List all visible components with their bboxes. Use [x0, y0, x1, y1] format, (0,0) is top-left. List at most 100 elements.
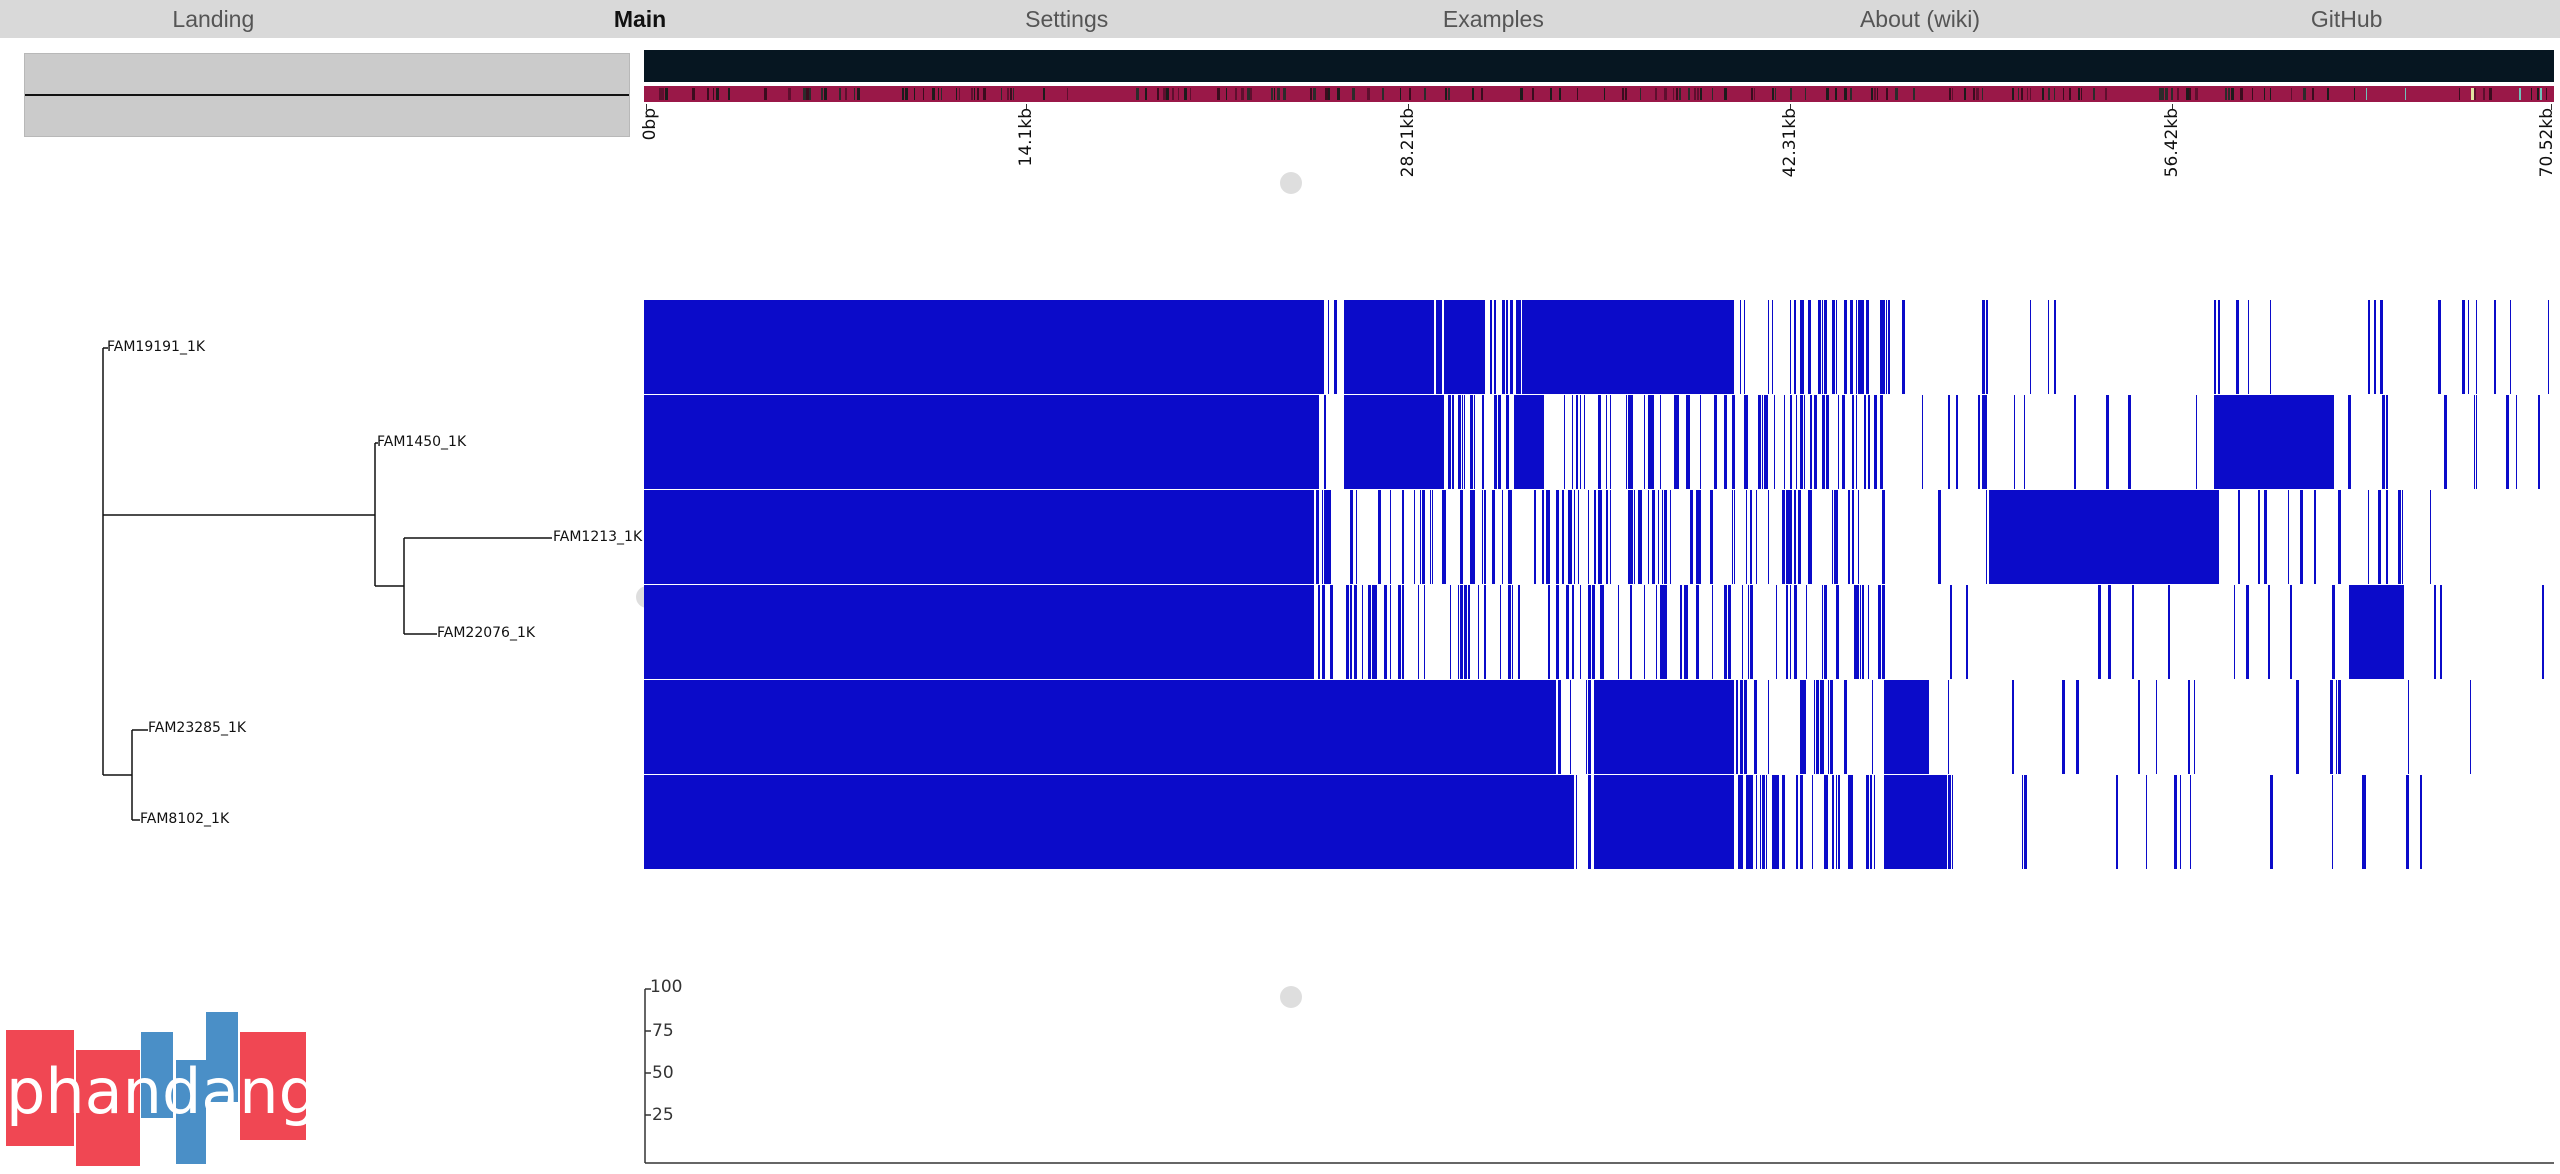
heatmap-stripe	[1836, 775, 1837, 869]
bottom-line-plot[interactable]: 100 75 50 25	[640, 977, 2554, 1165]
gene-annotation-mark	[839, 88, 841, 100]
gene-annotation-mark	[1835, 88, 1837, 100]
gene-annotation-mark	[2531, 88, 2532, 100]
heatmap-stripe	[2462, 300, 2465, 394]
heatmap-stripe	[2420, 775, 2422, 869]
heatmap-stripe	[2332, 585, 2335, 679]
gene-annotation-mark	[1250, 88, 1252, 100]
heatmap-stripe	[1738, 775, 1740, 869]
heatmap-stripe	[1812, 775, 1813, 869]
heatmap-stripe	[2516, 395, 2517, 489]
heatmap-svg	[644, 300, 2549, 869]
gene-annotation-mark	[2195, 88, 2198, 100]
heatmap-stripe	[1876, 395, 1877, 489]
gene-annotation-mark	[1550, 88, 1552, 100]
heatmap-stripe	[1334, 300, 1337, 394]
heatmap-stripe	[1570, 680, 1571, 774]
gene-annotation-mark	[2354, 88, 2355, 100]
heatmap-stripe	[2128, 395, 2131, 489]
nav-examples[interactable]: Examples	[1280, 6, 1707, 33]
heatmap-stripe	[1766, 775, 1767, 869]
heatmap-stripe	[2090, 490, 2093, 584]
nav-about-wiki[interactable]: About (wiki)	[1707, 6, 2134, 33]
gene-presence-heatmap[interactable]	[644, 300, 2554, 870]
heatmap-stripe	[2356, 585, 2358, 679]
genome-overview-track[interactable]	[644, 50, 2554, 82]
heatmap-stripe	[1894, 775, 1895, 869]
heatmap-stripe	[1750, 775, 1753, 869]
heatmap-stripe	[2380, 300, 2383, 394]
heatmap-stripe	[2468, 300, 2469, 394]
heatmap-stripe	[1850, 300, 1852, 394]
heatmap-stripe	[1938, 775, 1940, 869]
heatmap-stripe	[2506, 395, 2509, 489]
heatmap-stripe	[2014, 395, 2015, 489]
heatmap-stripe	[1824, 585, 1827, 679]
heatmap-stripe	[1866, 300, 1869, 394]
gene-annotation-mark	[1982, 88, 1983, 100]
heatmap-stripe	[2138, 680, 2140, 774]
svg-text:phandango: phandango	[6, 1055, 306, 1128]
heatmap-stripe	[1756, 775, 1757, 869]
gene-annotation-mark	[659, 88, 662, 100]
gene-annotation-mark	[2546, 88, 2547, 100]
heatmap-stripe	[1482, 395, 1484, 489]
heatmap-stripe	[1328, 300, 1329, 394]
heatmap-stripe	[1474, 395, 1475, 489]
top-resize-handle[interactable]	[1280, 172, 1302, 194]
heatmap-stripe	[1326, 490, 1328, 584]
heatmap-stripe	[1762, 395, 1763, 489]
heatmap-stripe	[1754, 680, 1757, 774]
heatmap-stripe	[1736, 680, 1738, 774]
gene-annotation-mark	[1559, 88, 1561, 100]
heatmap-stripe	[1800, 680, 1802, 774]
gene-annotation-mark	[1712, 88, 1713, 100]
gene-annotation-mark	[1409, 88, 1411, 100]
nav-main[interactable]: Main	[427, 6, 854, 33]
nav-settings[interactable]: Settings	[853, 6, 1280, 33]
heatmap-stripe	[2168, 585, 2170, 679]
heatmap-stripe	[1600, 490, 1602, 584]
heatmap-stripe	[1986, 300, 1988, 394]
heatmap-stripe	[1420, 490, 1421, 584]
gene-annotation-track[interactable]	[644, 86, 2554, 102]
heatmap-block	[1344, 395, 1444, 489]
heatmap-stripe	[1836, 490, 1838, 584]
heatmap-stripe	[1948, 680, 1949, 774]
nav-github[interactable]: GitHub	[2133, 6, 2560, 33]
heatmap-stripe	[1490, 300, 1492, 394]
heatmap-stripe	[1838, 585, 1839, 679]
gene-annotation-mark	[2270, 88, 2271, 100]
heatmap-stripe	[1768, 490, 1769, 584]
nav-landing[interactable]: Landing	[0, 6, 427, 33]
heatmap-stripe	[1534, 490, 1536, 584]
gene-annotation-mark	[1805, 88, 1806, 100]
heatmap-stripe	[1856, 395, 1857, 489]
gene-annotation-mark	[1790, 88, 1792, 100]
heatmap-stripe	[1776, 585, 1777, 679]
heatmap-block	[644, 775, 1574, 869]
heatmap-stripe	[1562, 490, 1564, 584]
y-tick-label: 50	[652, 1063, 674, 1083]
gene-annotation-mark	[1325, 88, 1328, 100]
heatmap-stripe	[1838, 395, 1839, 489]
heatmap-stripe	[1772, 775, 1774, 869]
gene-annotation-mark	[1217, 88, 1220, 100]
heatmap-stripe	[1450, 585, 1451, 679]
heatmap-stripe	[2494, 300, 2496, 394]
y-tick-label: 25	[652, 1105, 674, 1125]
heatmap-stripe	[1588, 680, 1591, 774]
axis-tick-label: 42.31kb	[1780, 108, 1800, 178]
gene-annotation-mark	[1826, 88, 1829, 100]
gene-annotation-mark	[662, 88, 664, 100]
gene-annotation-mark	[2165, 88, 2168, 100]
gene-annotation-mark	[2078, 88, 2080, 100]
gene-annotation-mark	[854, 88, 855, 100]
heatmap-stripe	[1508, 585, 1511, 679]
heatmap-stripe	[1510, 300, 1513, 394]
heatmap-stripe	[1864, 395, 1866, 489]
phylogenetic-tree[interactable]: FAM19191_1K FAM1450_1K FAM1213_1K FAM220…	[0, 300, 644, 880]
heatmap-stripe	[1782, 775, 1785, 869]
gene-annotation-mark	[1400, 88, 1401, 100]
heatmap-stripe	[1724, 395, 1727, 489]
